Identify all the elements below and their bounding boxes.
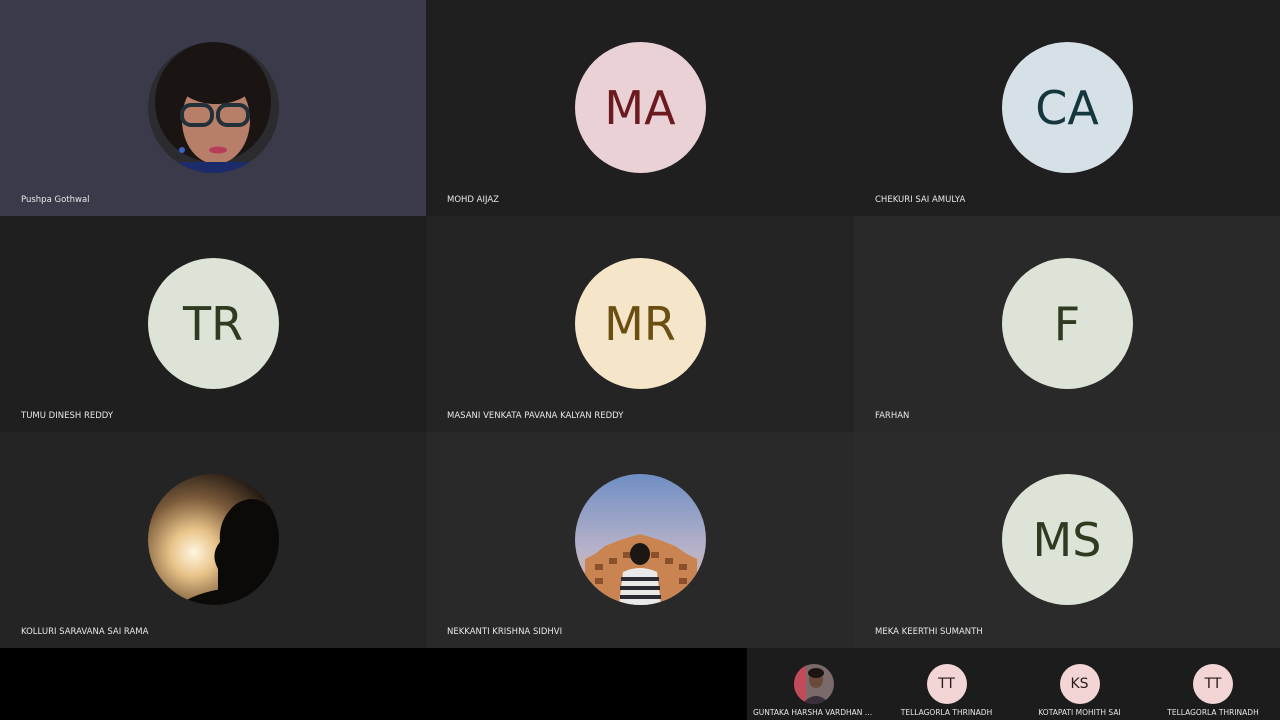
overflow-participant-tile[interactable]: KS KOTAPATI MOHITH SAI [1013, 648, 1146, 720]
participant-tile[interactable]: MS MEKA KEERTHI SUMANTH [854, 432, 1280, 648]
participant-photo-avatar [574, 474, 706, 605]
initials-avatar: MS [1001, 474, 1133, 605]
participant-photo-avatar [793, 664, 834, 704]
overflow-participant-strip: GUNTAKA HARSHA VARDHAN KU... TT TELLAGOR… [0, 648, 1280, 720]
initials-avatar: KS [1059, 664, 1100, 704]
hawa-mahal-photo-icon [574, 474, 706, 605]
participant-name: Pushpa Gothwal [21, 195, 90, 205]
participant-tile[interactable]: KOLLURI SARAVANA SAI RAMA [0, 432, 426, 648]
overflow-participant-name: TELLAGORLA THRINADH [1167, 708, 1259, 717]
avatar-initials: TT [938, 676, 955, 692]
meeting-stage: Pushpa Gothwal MA MOHD AIJAZ CA CHEKURI … [0, 0, 1280, 720]
participant-tile[interactable]: MA MOHD AIJAZ [426, 0, 854, 216]
participant-tile[interactable]: NEKKANTI KRISHNA SIDHVI [426, 432, 854, 648]
initials-avatar: MA [574, 42, 706, 173]
avatar-initials: MR [604, 296, 676, 351]
avatar-initials: MS [1032, 512, 1102, 567]
avatar-initials: KS [1070, 676, 1089, 692]
participant-name: KOLLURI SARAVANA SAI RAMA [21, 627, 149, 637]
participant-tile[interactable]: F FARHAN [854, 216, 1280, 432]
initials-avatar: TR [147, 258, 279, 389]
silhouette-sunset-photo-icon [147, 474, 279, 605]
man-photo-icon [793, 664, 834, 704]
overflow-participant-name: KOTAPATI MOHITH SAI [1038, 708, 1121, 717]
initials-avatar: TT [1193, 664, 1233, 704]
participant-name: MEKA KEERTHI SUMANTH [875, 627, 983, 637]
participant-name: FARHAN [875, 411, 910, 421]
overflow-participant-tile[interactable]: TT TELLAGORLA THRINADH [1146, 648, 1280, 720]
avatar-initials: MA [604, 80, 676, 135]
participant-grid: Pushpa Gothwal MA MOHD AIJAZ CA CHEKURI … [0, 0, 1280, 648]
participant-tile[interactable]: TR TUMU DINESH REDDY [0, 216, 426, 432]
avatar-initials: TR [182, 296, 244, 351]
participant-name: NEKKANTI KRISHNA SIDHVI [447, 627, 563, 637]
initials-avatar: CA [1001, 42, 1133, 173]
initials-avatar: MR [574, 258, 706, 389]
participant-name: TUMU DINESH REDDY [21, 411, 114, 421]
participant-name: CHEKURI SAI AMULYA [875, 195, 966, 205]
avatar-initials: TT [1204, 676, 1222, 692]
woman-glasses-photo-icon [147, 42, 279, 173]
participant-tile[interactable]: Pushpa Gothwal [0, 0, 426, 216]
initials-avatar: TT [926, 664, 967, 704]
overflow-participant-tile[interactable]: GUNTAKA HARSHA VARDHAN KU... [747, 648, 880, 720]
participant-tile[interactable]: MR MASANI VENKATA PAVANA KALYAN REDDY [426, 216, 854, 432]
overflow-participant-name: TELLAGORLA THRINADH [900, 708, 993, 717]
participant-name: MOHD AIJAZ [447, 195, 499, 205]
participant-name: MASANI VENKATA PAVANA KALYAN REDDY [447, 411, 624, 421]
participant-photo-avatar [147, 474, 279, 605]
initials-avatar: F [1001, 258, 1133, 389]
avatar-initials: F [1053, 296, 1081, 351]
participant-tile[interactable]: CA CHEKURI SAI AMULYA [854, 0, 1280, 216]
overflow-participant-name: GUNTAKA HARSHA VARDHAN KU... [753, 708, 880, 717]
avatar-initials: CA [1035, 80, 1099, 135]
overflow-participant-tile[interactable]: TT TELLAGORLA THRINADH [880, 648, 1013, 720]
participant-photo-avatar [147, 42, 279, 173]
